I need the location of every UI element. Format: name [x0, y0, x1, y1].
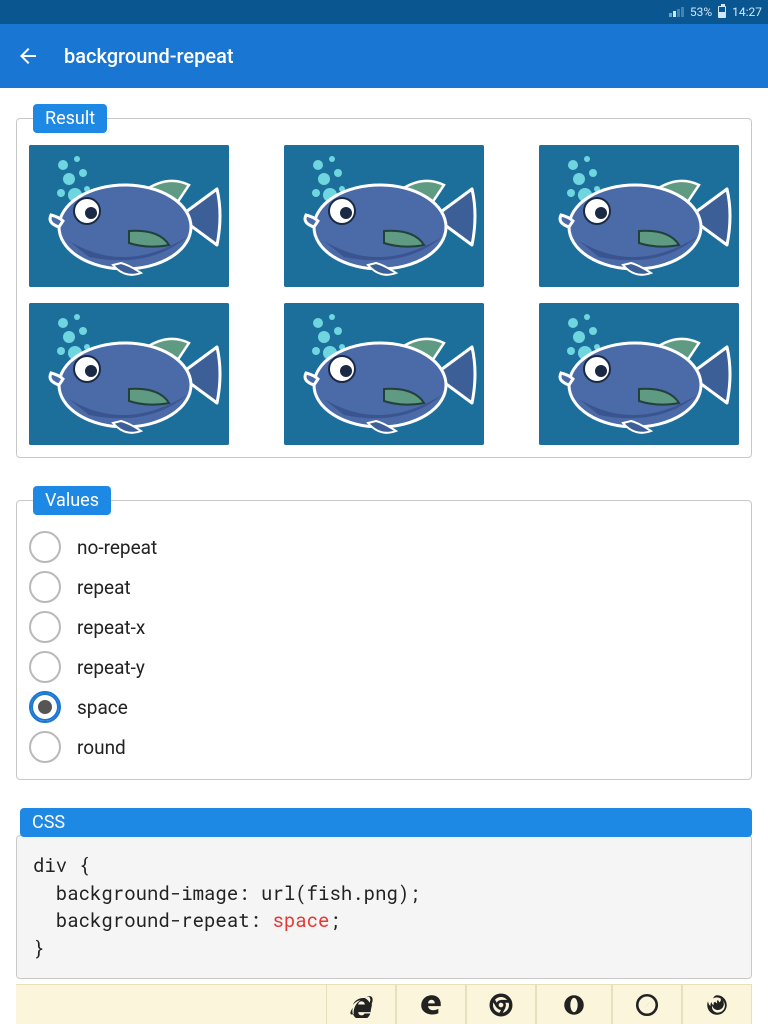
css-section: CSS div { background-image: url(fish.png… [16, 808, 752, 979]
bg-tile [539, 145, 739, 287]
value-option-repeat-y[interactable]: repeat-y [29, 651, 739, 683]
app-bar: background-repeat [0, 24, 768, 88]
value-option-no-repeat[interactable]: no-repeat [29, 531, 739, 563]
radio-label: space [77, 696, 128, 719]
value-option-repeat[interactable]: repeat [29, 571, 739, 603]
clock: 14:27 [732, 5, 762, 19]
values-legend: Values [33, 486, 111, 515]
code-prop: background-image: [56, 881, 250, 906]
page-content: Result Values no-repeat repeat repeat-x rep… [0, 88, 768, 995]
battery-percent: 53% [690, 5, 712, 19]
browser-chrome[interactable] [466, 984, 536, 1024]
signal-icon [669, 7, 684, 17]
radio-icon [29, 691, 61, 723]
edge-icon [418, 992, 444, 1018]
browser-compat-row [16, 984, 752, 1024]
radio-icon [29, 571, 61, 603]
browser-opera[interactable] [536, 984, 612, 1024]
bg-tile [284, 145, 484, 287]
values-radio-group: no-repeat repeat repeat-x repeat-y space roun… [29, 527, 739, 767]
result-section: Result [16, 104, 752, 458]
arrow-left-icon [16, 44, 40, 68]
radio-label: repeat [77, 576, 131, 599]
css-code: div { background-image: url(fish.png); b… [16, 835, 752, 979]
bg-tile [284, 303, 484, 445]
values-section: Values no-repeat repeat repeat-x repeat-y sp… [16, 486, 752, 780]
bg-tile [29, 303, 229, 445]
radio-icon [29, 531, 61, 563]
code-selector: div { [33, 853, 90, 878]
ie-icon [348, 992, 374, 1018]
code-close: } [33, 936, 44, 961]
back-button[interactable] [16, 44, 40, 68]
result-legend: Result [33, 104, 107, 133]
browser-ie[interactable] [326, 984, 396, 1024]
safari-icon [634, 992, 660, 1018]
value-option-space[interactable]: space [29, 691, 739, 723]
bg-tile [29, 145, 229, 287]
android-status-bar: 53% 14:27 [0, 0, 768, 24]
code-active-value: space [272, 908, 329, 933]
firefox-icon [704, 992, 730, 1018]
code-val: url(fish.png); [261, 881, 421, 906]
css-legend: CSS [20, 808, 752, 837]
opera-icon [561, 992, 587, 1018]
result-preview [29, 145, 739, 445]
browser-edge[interactable] [396, 984, 466, 1024]
radio-label: round [77, 736, 126, 759]
radio-icon [29, 651, 61, 683]
radio-label: repeat-x [77, 616, 145, 639]
bg-tile [539, 303, 739, 445]
page-title: background-repeat [64, 44, 234, 68]
browser-firefox[interactable] [682, 984, 752, 1024]
value-option-repeat-x[interactable]: repeat-x [29, 611, 739, 643]
value-option-round[interactable]: round [29, 731, 739, 763]
chrome-icon [488, 992, 514, 1018]
radio-label: no-repeat [77, 536, 157, 559]
radio-icon [29, 611, 61, 643]
browser-safari[interactable] [612, 984, 682, 1024]
code-prop: background-repeat: [56, 908, 261, 933]
radio-label: repeat-y [77, 656, 145, 679]
battery-icon [718, 6, 726, 18]
radio-icon [29, 731, 61, 763]
